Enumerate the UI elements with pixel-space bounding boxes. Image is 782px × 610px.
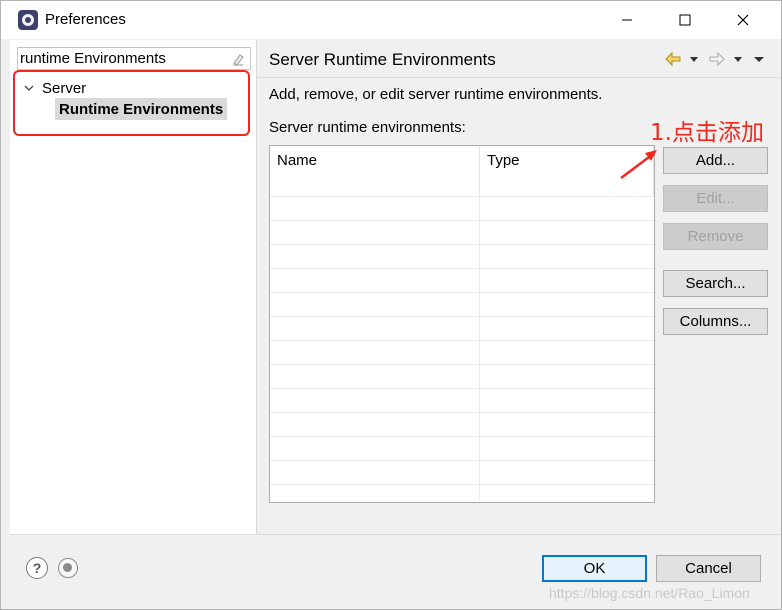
window-title: Preferences xyxy=(45,11,126,28)
runtime-environments-table[interactable]: Name Type xyxy=(269,145,655,503)
row-divider xyxy=(270,244,654,245)
row-divider xyxy=(270,268,654,269)
page-header: Server Runtime Environments xyxy=(257,40,781,78)
table-body xyxy=(270,196,654,502)
title-bar: Preferences xyxy=(1,1,781,39)
table-header: Name Type xyxy=(270,146,654,196)
filter-input[interactable] xyxy=(20,49,226,68)
record-macro-icon[interactable] xyxy=(58,558,78,578)
watermark: https://blog.csdn.net/Rao_Limon xyxy=(549,585,750,601)
preferences-window: Preferences Server Runtime Environments xyxy=(0,0,782,610)
search-button[interactable]: Search... xyxy=(663,270,768,297)
row-divider xyxy=(270,436,654,437)
help-icon[interactable]: ? xyxy=(26,557,48,579)
row-divider xyxy=(270,316,654,317)
minimize-button[interactable] xyxy=(598,1,656,39)
row-divider xyxy=(270,292,654,293)
annotation-text: 1.点击添加 xyxy=(650,120,764,146)
forward-dropdown-icon[interactable] xyxy=(733,51,743,67)
column-header-name[interactable]: Name xyxy=(270,146,480,196)
row-divider xyxy=(270,220,654,221)
forward-arrow-icon[interactable] xyxy=(709,51,725,67)
row-divider xyxy=(270,484,654,485)
view-menu-icon[interactable] xyxy=(753,51,765,67)
back-arrow-icon[interactable] xyxy=(665,51,681,67)
page-title: Server Runtime Environments xyxy=(269,50,496,69)
annotation-arrow-icon xyxy=(620,150,657,179)
eclipse-app-icon xyxy=(18,10,38,30)
ok-button[interactable]: OK xyxy=(542,555,647,582)
row-divider xyxy=(270,412,654,413)
columns-button[interactable]: Columns... xyxy=(663,308,768,335)
close-icon xyxy=(737,14,749,26)
add-button[interactable]: Add... xyxy=(663,147,768,174)
minimize-icon xyxy=(622,19,632,21)
row-divider xyxy=(270,196,654,197)
row-divider xyxy=(270,460,654,461)
column-divider xyxy=(479,196,480,502)
page-description: Add, remove, or edit server runtime envi… xyxy=(269,86,603,103)
runtime-list-label: Server runtime environments: xyxy=(269,119,466,136)
annotation-highlight-box xyxy=(13,70,250,136)
cancel-button[interactable]: Cancel xyxy=(656,555,761,582)
remove-button[interactable]: Remove xyxy=(663,223,768,250)
row-divider xyxy=(270,388,654,389)
footer-divider xyxy=(10,534,781,535)
clear-filter-icon[interactable] xyxy=(231,52,245,66)
filter-field[interactable] xyxy=(17,47,251,70)
maximize-button[interactable] xyxy=(656,1,714,39)
edit-button[interactable]: Edit... xyxy=(663,185,768,212)
maximize-icon xyxy=(679,14,691,26)
server-runtime-page: Server Runtime Environments Add, remove,… xyxy=(257,40,781,534)
row-divider xyxy=(270,340,654,341)
row-divider xyxy=(270,364,654,365)
close-button[interactable] xyxy=(714,1,772,39)
back-dropdown-icon[interactable] xyxy=(689,51,699,67)
